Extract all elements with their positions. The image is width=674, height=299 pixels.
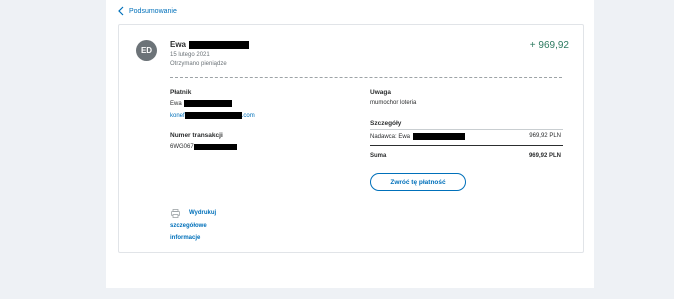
payer-email-prefix: konef bbox=[170, 112, 185, 119]
chevron-left-icon bbox=[118, 6, 124, 16]
payer-name-row: Ewa bbox=[170, 100, 232, 107]
avatar: ED bbox=[136, 40, 157, 61]
sender-amount: 969,92 PLN bbox=[529, 133, 561, 139]
printer-icon[interactable] bbox=[171, 209, 180, 218]
transaction-id-label: Numer transakcji bbox=[170, 132, 223, 139]
note-text: mumochor loteria bbox=[370, 100, 417, 106]
back-link-label: Podsumowanie bbox=[129, 7, 177, 15]
transaction-date: 15 lutego 2021 bbox=[170, 52, 210, 58]
redaction-bar bbox=[184, 112, 242, 119]
redaction-bar bbox=[183, 100, 232, 107]
counterparty-name: Ewa bbox=[170, 40, 187, 49]
transaction-amount: + 969,92 bbox=[529, 40, 569, 51]
activity-detail-panel: Podsumowanie ED Ewa 15 lutego 2021 Otrzy… bbox=[106, 0, 594, 288]
transaction-card: ED Ewa 15 lutego 2021 Otrzymano pieniądz… bbox=[118, 24, 584, 253]
total-label: Suma bbox=[370, 153, 387, 159]
payer-email-suffix: .com bbox=[241, 112, 255, 119]
redaction-bar bbox=[189, 40, 250, 49]
print-link-line3[interactable]: informacje bbox=[170, 235, 200, 241]
payer-label: Płatnik bbox=[170, 89, 192, 96]
note-label: Uwaga bbox=[370, 89, 391, 96]
counterparty-name-row: Ewa bbox=[170, 40, 250, 49]
details-label: Szczegóły bbox=[370, 120, 402, 127]
print-link-line2[interactable]: szczegółowe bbox=[170, 223, 207, 229]
print-link[interactable]: Wydrukuj bbox=[189, 210, 216, 216]
refund-payment-button[interactable]: Zwróć tę płatność bbox=[370, 173, 466, 191]
back-to-summary-link[interactable]: Podsumowanie bbox=[118, 6, 177, 16]
section-divider bbox=[170, 77, 562, 78]
total-amount: 969,92 PLN bbox=[528, 153, 561, 159]
payer-name: Ewa bbox=[170, 100, 182, 107]
payer-email-link[interactable]: konef .com bbox=[170, 112, 255, 119]
details-rule-top bbox=[370, 129, 563, 130]
details-rule-bottom bbox=[370, 145, 563, 146]
redaction-bar bbox=[413, 133, 466, 140]
details-sender-row: Nadawca: Ewa bbox=[370, 133, 466, 140]
transaction-id-prefix: 6WG067 bbox=[170, 144, 194, 150]
sender-label: Nadawca: Ewa bbox=[370, 133, 411, 140]
redaction-bar bbox=[193, 144, 237, 150]
transaction-id-row: 6WG067 bbox=[170, 144, 237, 150]
transaction-status: Otrzymano pieniądze bbox=[170, 61, 227, 67]
